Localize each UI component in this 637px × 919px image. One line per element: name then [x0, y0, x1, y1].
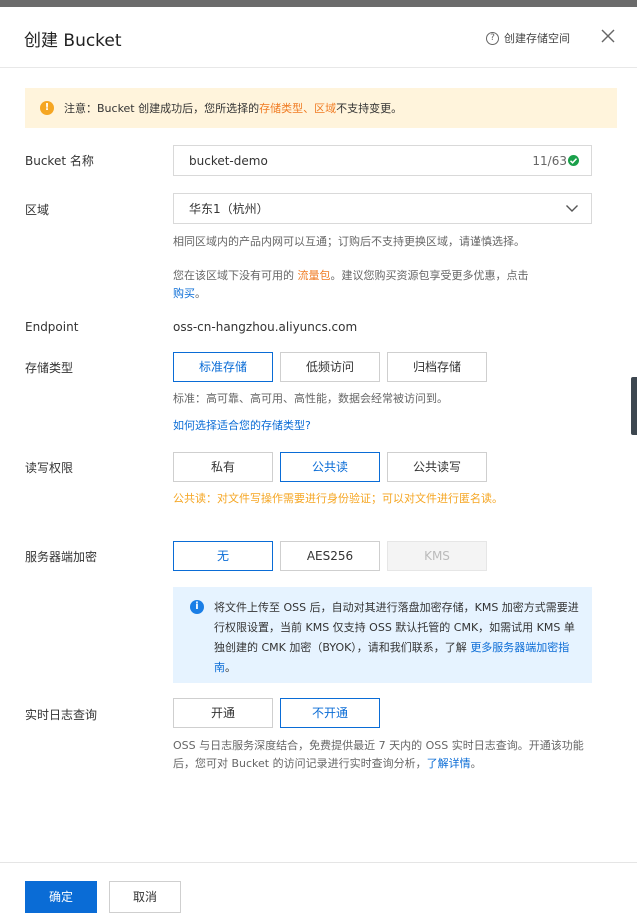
help-link[interactable]: ? 创建存储空间	[486, 30, 570, 46]
top-strip	[0, 0, 637, 7]
region-package-hint: 您在该区域下没有可用的 流量包。建议您购买资源包享受更多优惠，点击购买。	[173, 267, 583, 303]
purchase-link[interactable]: 购买	[173, 287, 195, 300]
help-label: 创建存储空间	[504, 32, 570, 45]
cancel-button[interactable]: 取消	[109, 881, 181, 913]
storage-archive-button[interactable]: 归档存储	[387, 352, 487, 382]
dialog-title: 创建 Bucket	[24, 31, 122, 51]
acl-label: 读写权限	[25, 461, 74, 475]
package-hint-end: 。	[195, 287, 206, 300]
question-icon: ?	[486, 31, 499, 45]
info-icon: i	[190, 600, 204, 614]
acl-private-button[interactable]: 私有	[173, 452, 273, 482]
region-select[interactable]: 华东1（杭州）	[173, 193, 592, 224]
log-enable-button[interactable]: 开通	[173, 698, 273, 728]
storage-ia-button[interactable]: 低频访问	[280, 352, 380, 382]
acl-public-read-button[interactable]: 公共读	[280, 452, 380, 482]
realtime-log-desc-text: OSS 与日志服务深度结合，免费提供最近 7 天内的 OSS 实时日志查询。开通…	[173, 739, 584, 770]
dialog-footer: 确定 取消	[0, 862, 637, 919]
realtime-log-desc: OSS 与日志服务深度结合，免费提供最近 7 天内的 OSS 实时日志查询。开通…	[173, 737, 593, 773]
encryption-label: 服务器端加密	[25, 550, 98, 564]
traffic-package-link[interactable]: 流量包	[298, 269, 331, 282]
package-hint-prefix: 您在该区域下没有可用的	[173, 269, 298, 282]
acl-warning: 公共读：对文件写操作需要进行身份验证；可以对文件进行匿名读。	[173, 492, 503, 505]
encryption-info-box: i 将文件上传至 OSS 后，自动对其进行落盘加密存储，KMS 加密方式需要进行…	[173, 587, 592, 683]
dialog-header: 创建 Bucket ? 创建存储空间	[0, 7, 637, 68]
notice-banner: ! 注意：Bucket 创建成功后，您所选择的 存储类型、区域 不支持变更。	[25, 88, 617, 128]
encryption-none-button[interactable]: 无	[173, 541, 273, 571]
region-value: 华东1（杭州）	[189, 202, 269, 216]
learn-more-link[interactable]: 了解详情	[427, 757, 471, 770]
storage-class-desc: 标准：高可靠、高可用、高性能，数据会经常被访问到。	[173, 392, 448, 405]
notice-highlight: 存储类型、区域	[259, 102, 337, 115]
realtime-log-label: 实时日志查询	[25, 708, 98, 722]
notice-prefix: 注意：Bucket 创建成功后，您所选择的	[64, 102, 260, 115]
char-count: 11/63	[532, 153, 567, 168]
warning-icon: !	[40, 101, 54, 115]
encryption-info-text: 将文件上传至 OSS 后，自动对其进行落盘加密存储，KMS 加密方式需要进行权限…	[214, 598, 582, 683]
region-label: 区域	[25, 203, 50, 217]
chevron-down-icon	[566, 205, 578, 212]
encryption-aes256-button[interactable]: AES256	[280, 541, 380, 571]
acl-public-read-write-button[interactable]: 公共读写	[387, 452, 487, 482]
check-circle-icon	[568, 155, 579, 166]
bucket-name-input[interactable]: bucket-demo 11/63	[173, 145, 592, 176]
endpoint-value: oss-cn-hangzhou.aliyuncs.com	[173, 320, 358, 334]
storage-class-label: 存储类型	[25, 361, 74, 375]
notice-suffix: 不支持变更。	[336, 102, 403, 115]
region-hint: 相同区域内的产品内网可以互通；订购后不支持更换区域，请谨慎选择。	[173, 235, 525, 248]
bucket-name-label: Bucket 名称	[25, 154, 94, 168]
endpoint-label: Endpoint	[25, 320, 79, 334]
storage-standard-button[interactable]: 标准存储	[173, 352, 273, 382]
close-icon[interactable]	[599, 27, 617, 45]
confirm-button[interactable]: 确定	[25, 881, 97, 913]
storage-class-help-link[interactable]: 如何选择适合您的存储类型?	[173, 417, 311, 435]
realtime-log-desc-end: 。	[470, 757, 482, 770]
encryption-kms-button: KMS	[387, 541, 487, 571]
bucket-name-value: bucket-demo	[189, 153, 268, 168]
log-disable-button[interactable]: 不开通	[280, 698, 380, 728]
package-hint-suffix: 。建议您购买资源包享受更多优惠，点击	[330, 269, 529, 282]
side-handle[interactable]	[631, 377, 637, 435]
encryption-info-end: 。	[225, 661, 236, 674]
